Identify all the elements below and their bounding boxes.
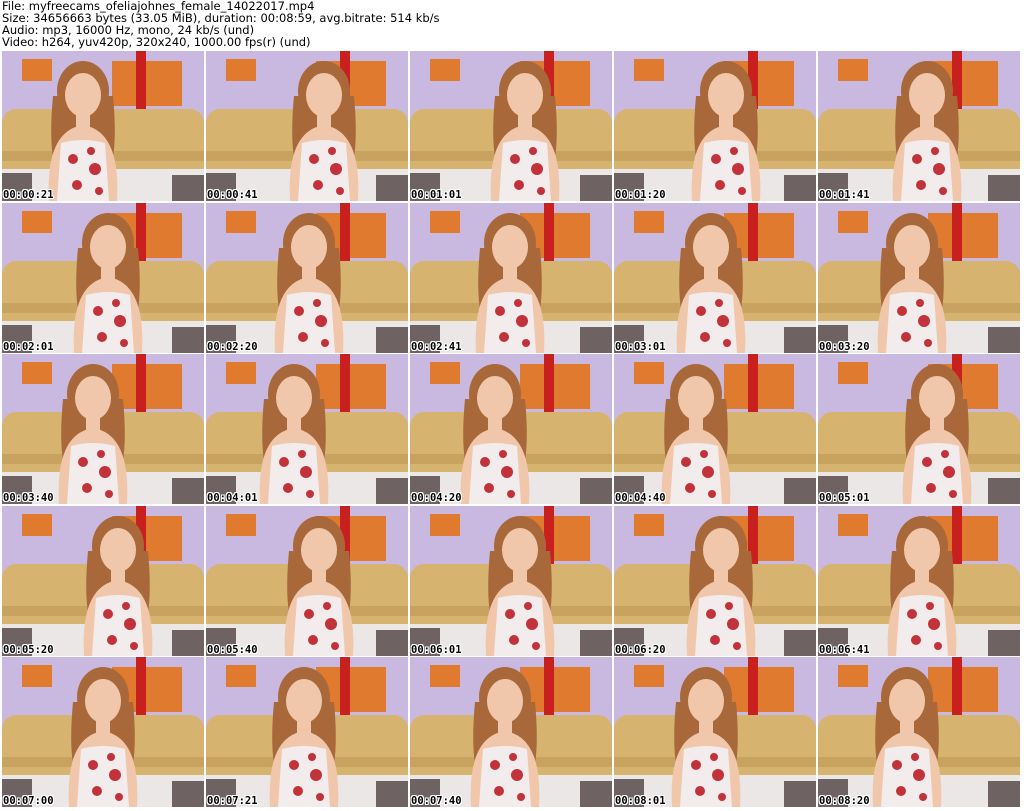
thumbnail-image [818,657,1020,807]
thumbnail-image [2,354,204,504]
thumbnail-image [818,506,1020,656]
video-thumbnail: 00:00:41 [206,51,408,201]
thumbnail-timestamp: 00:08:20 [819,795,870,807]
thumbnail-timestamp: 00:00:21 [3,189,54,201]
thumbnail-timestamp: 00:03:40 [3,492,54,504]
thumbnail-timestamp: 00:07:00 [3,795,54,807]
video-thumbnail: 00:03:40 [2,354,204,504]
thumbnail-image [410,51,612,201]
video-thumbnail: 00:08:20 [818,657,1020,807]
video-info-header: File: myfreecams_ofeliajohnes_female_140… [2,0,1022,50]
video-thumbnail: 00:07:00 [2,657,204,807]
thumbnail-timestamp: 00:01:20 [615,189,666,201]
thumbnail-timestamp: 00:01:01 [411,189,462,201]
video-thumbnail: 00:06:41 [818,506,1020,656]
video-thumbnail: 00:01:20 [614,51,816,201]
thumbnail-timestamp: 00:03:20 [819,341,870,353]
thumbnail-image [206,51,408,201]
video-thumbnail: 00:04:40 [614,354,816,504]
thumbnail-image [206,506,408,656]
thumbnail-timestamp: 00:05:01 [819,492,870,504]
thumbnail-timestamp: 00:06:01 [411,644,462,656]
video-thumbnail: 00:07:40 [410,657,612,807]
thumbnail-timestamp: 00:06:41 [819,644,870,656]
thumbnail-timestamp: 00:05:40 [207,644,258,656]
thumbnail-image [2,51,204,201]
thumbnail-timestamp: 00:02:01 [3,341,54,353]
thumbnail-image [614,51,816,201]
thumbnail-image [614,203,816,353]
video-info-line: Video: h264, yuv420p, 320x240, 1000.00 f… [2,35,311,49]
thumbnail-image [2,657,204,807]
video-thumbnail: 00:01:01 [410,51,612,201]
video-thumbnail: 00:05:40 [206,506,408,656]
thumbnail-timestamp: 00:02:41 [411,341,462,353]
video-thumbnail: 00:03:20 [818,203,1020,353]
thumbnail-timestamp: 00:01:41 [819,189,870,201]
thumbnail-image [818,203,1020,353]
thumbnail-image [206,203,408,353]
thumbnail-timestamp: 00:07:21 [207,795,258,807]
thumbnail-image [614,506,816,656]
video-thumbnail: 00:07:21 [206,657,408,807]
thumbnail-timestamp: 00:04:20 [411,492,462,504]
thumbnail-image [410,354,612,504]
thumbnail-timestamp: 00:08:01 [615,795,666,807]
thumbnail-image [818,51,1020,201]
thumbnail-timestamp: 00:06:20 [615,644,666,656]
thumbnail-image [818,354,1020,504]
thumbnail-image [410,506,612,656]
thumbnail-image [206,657,408,807]
video-thumbnail: 00:05:01 [818,354,1020,504]
video-thumbnail: 00:02:20 [206,203,408,353]
thumbnail-timestamp: 00:02:20 [207,341,258,353]
thumbnail-image [614,657,816,807]
video-thumbnail: 00:02:41 [410,203,612,353]
video-thumbnail: 00:01:41 [818,51,1020,201]
thumbnail-image [410,203,612,353]
video-thumbnail: 00:06:20 [614,506,816,656]
thumbnail-image [410,657,612,807]
video-thumbnail: 00:02:01 [2,203,204,353]
thumbnail-image [614,354,816,504]
thumbnail-timestamp: 00:07:40 [411,795,462,807]
video-thumbnail: 00:05:20 [2,506,204,656]
thumbnail-timestamp: 00:03:01 [615,341,666,353]
video-thumbnail: 00:04:20 [410,354,612,504]
thumbnail-image [2,506,204,656]
video-thumbnail: 00:06:01 [410,506,612,656]
thumbnail-image [2,203,204,353]
thumbnail-image [206,354,408,504]
thumbnail-timestamp: 00:00:41 [207,189,258,201]
video-thumbnail: 00:00:21 [2,51,204,201]
thumbnail-timestamp: 00:04:40 [615,492,666,504]
video-thumbnail: 00:04:01 [206,354,408,504]
thumbnail-timestamp: 00:04:01 [207,492,258,504]
video-thumbnail: 00:03:01 [614,203,816,353]
video-thumbnail: 00:08:01 [614,657,816,807]
thumbnail-grid: 00:00:21 00:00:41 00:01:01 00:01:20 00:01:41… [2,51,1022,809]
thumbnail-timestamp: 00:05:20 [3,644,54,656]
